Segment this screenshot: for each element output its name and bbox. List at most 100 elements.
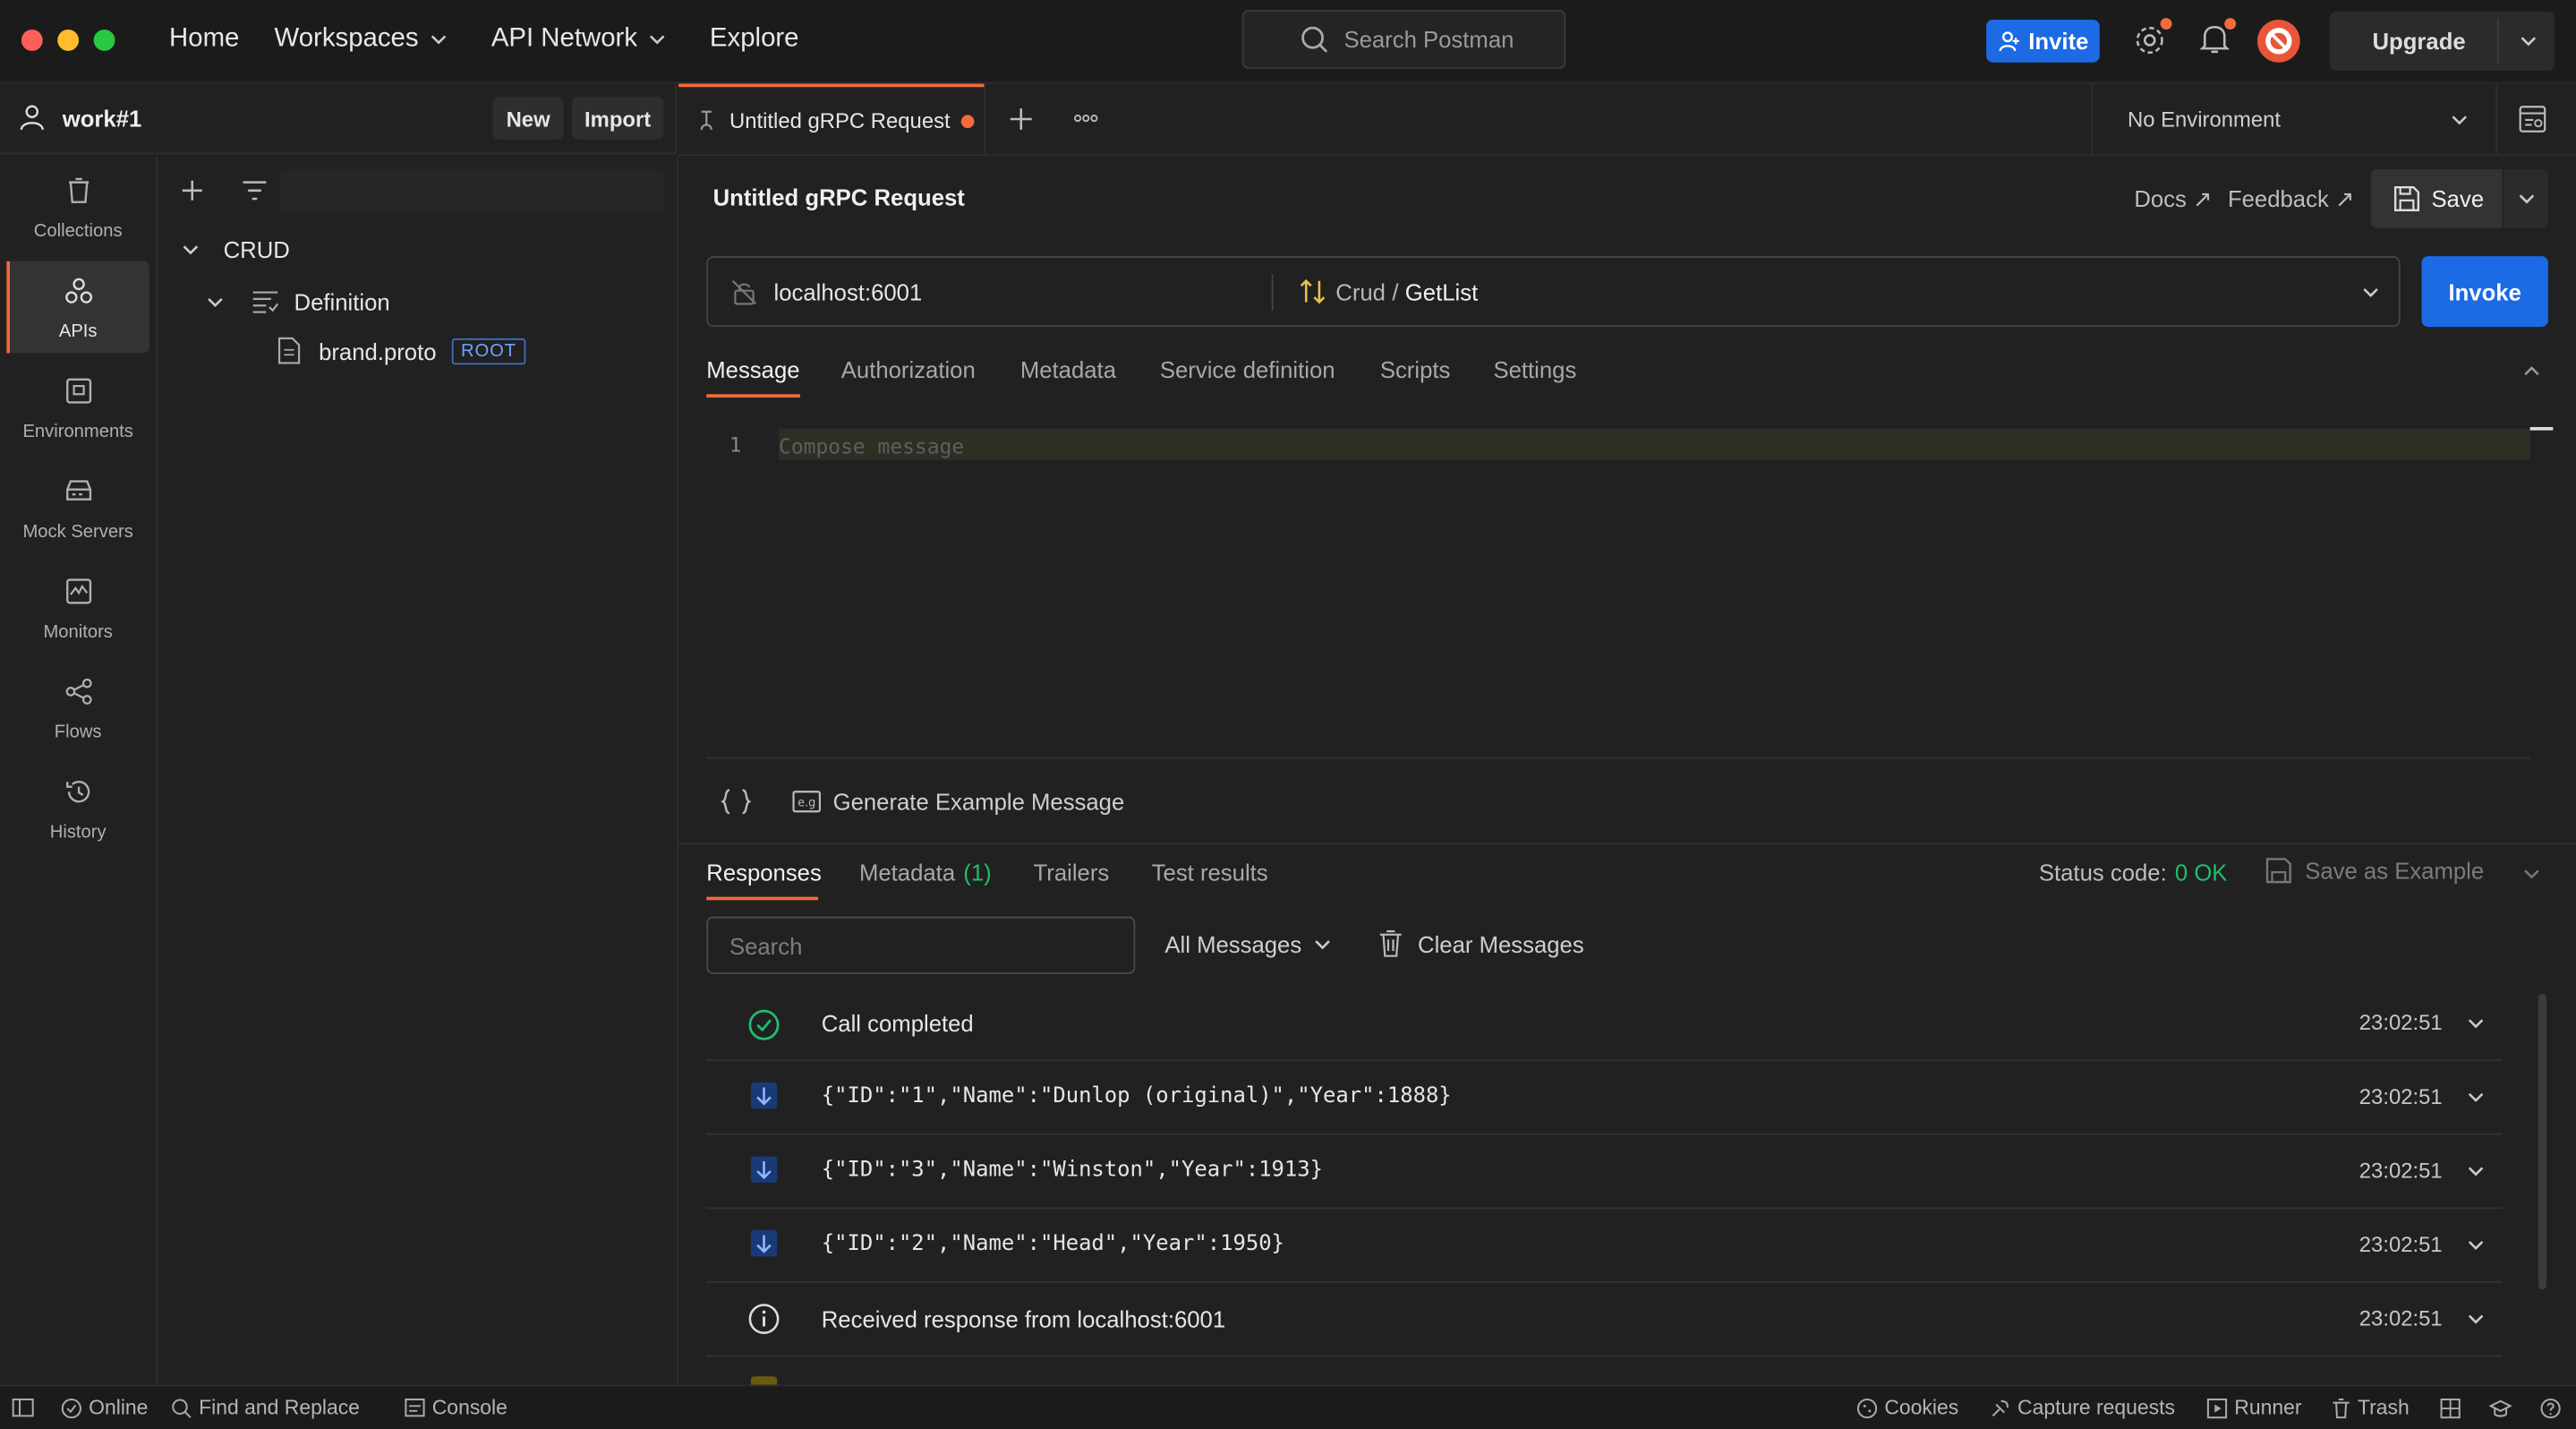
tab-trailers[interactable]: Trailers [1034,859,1110,885]
new-tab-icon[interactable] [1009,107,1034,132]
rail-history[interactable]: History [6,762,149,854]
notifications-button[interactable] [2199,18,2237,56]
toggle-sidebar-icon[interactable] [12,1398,35,1417]
save-options-button[interactable] [2503,168,2548,228]
rail-collections[interactable]: Collections [6,161,149,253]
save-as-example-button[interactable]: Save as Example [2265,858,2484,884]
chevron-down-icon[interactable] [2466,1309,2486,1329]
plus-icon[interactable] [181,179,204,202]
minimize-window-button[interactable] [57,30,80,51]
chevron-down-icon[interactable] [2521,864,2541,884]
feedback-link[interactable]: Feedback ↗ [2228,185,2355,213]
server-url-input[interactable]: localhost:6001 [774,279,923,305]
rail-flows[interactable]: Flows [6,662,149,754]
request-title[interactable]: Untitled gRPC Request [713,184,965,210]
nav-workspaces[interactable]: Workspaces [275,25,448,55]
cookies-label: Cookies [1884,1396,1959,1420]
chevron-down-icon[interactable] [2466,1236,2486,1255]
generate-example-button[interactable]: e.g Generate Example Message [792,789,1124,815]
cookies-button[interactable]: Cookies [1856,1396,1958,1419]
trash-icon [1379,930,1402,957]
response-search-input[interactable]: Search [706,916,1136,974]
chevron-down-icon[interactable] [2466,1014,2486,1033]
more-icon[interactable] [1073,114,1099,124]
online-status[interactable]: Online [61,1396,148,1419]
chevron-down-icon[interactable] [2519,31,2538,51]
console-button[interactable]: Console [405,1396,508,1419]
message-editor[interactable]: 1 Compose message [706,419,2530,759]
filter-label: All Messages [1164,931,1302,958]
tab-responses[interactable]: Responses [706,859,822,885]
settings-button[interactable] [2132,18,2172,58]
service-name: Crud [1335,278,1386,305]
tree-item-crud[interactable]: CRUD [181,236,290,263]
rail-mock-servers[interactable]: Mock Servers [6,461,149,553]
editor-placeholder: Compose message [779,433,965,458]
capture-requests-button[interactable]: Capture requests [1990,1396,2175,1419]
tab-scripts[interactable]: Scripts [1380,356,1451,382]
runner-icon [2206,1398,2228,1418]
maximize-window-button[interactable] [93,30,115,51]
tab-settings[interactable]: Settings [1493,356,1576,382]
list-item[interactable]: {"ID":"3","Name":"Winston","Year":1913} … [706,1135,2503,1210]
list-item-partial[interactable] [706,1356,2502,1385]
tab-service-definition[interactable]: Service definition [1160,356,1335,382]
workspace-name[interactable]: work#1 [63,105,142,131]
notification-dot [2224,18,2237,30]
tab-message[interactable]: Message [706,356,799,382]
invite-button[interactable]: Invite [1986,20,2100,63]
nav-explore[interactable]: Explore [710,25,799,55]
runner-button[interactable]: Runner [2206,1396,2302,1419]
filter-icon[interactable] [242,179,268,202]
global-search-input[interactable]: Search Postman [1241,10,1566,70]
find-replace-button[interactable]: Find and Replace [171,1396,360,1419]
environment-selector[interactable]: No Environment [2128,84,2472,155]
tab-metadata[interactable]: Metadata [1020,356,1116,382]
import-button[interactable]: Import [571,97,664,140]
status-value: 0 OK [2174,859,2228,886]
list-item[interactable]: Received response from localhost:6001 23… [706,1283,2503,1357]
tab-test-results[interactable]: Test results [1152,859,1268,885]
chevron-up-icon[interactable] [2521,362,2541,381]
save-button[interactable]: Save [2370,168,2503,228]
help-icon[interactable] [2540,1398,2562,1419]
nav-api-network[interactable]: API Network [491,25,667,55]
learning-center-icon[interactable] [2488,1398,2512,1419]
tab-authorization[interactable]: Authorization [841,356,976,382]
trash-button[interactable]: Trash [2332,1396,2410,1419]
sidebar-search-input[interactable] [279,168,664,212]
chevron-down-icon [208,297,223,307]
environment-quick-look-icon[interactable] [2519,105,2546,133]
list-item[interactable]: {"ID":"1","Name":"Dunlop (original)","Ye… [706,1061,2503,1135]
list-item[interactable]: Call completed 23:02:51 [706,988,2503,1062]
message-filter-dropdown[interactable]: All Messages [1164,931,1333,958]
beautify-braces-icon[interactable] [721,789,751,815]
close-window-button[interactable] [21,30,43,51]
example-icon: e.g [792,791,822,813]
trash-icon [2333,1398,2350,1418]
rail-monitors[interactable]: Monitors [6,561,149,654]
chevron-down-icon[interactable] [2466,1087,2486,1107]
rail-environments[interactable]: Environments [6,362,149,454]
message-text: {"ID":"2","Name":"Head","Year":1950} [821,1231,1284,1257]
nav-home[interactable]: Home [169,25,239,55]
new-button[interactable]: New [492,97,564,140]
tree-item-definition[interactable]: Definition [205,287,390,315]
rail-apis[interactable]: APIs [6,261,150,354]
clear-messages-button[interactable]: Clear Messages [1378,929,1584,957]
chevron-down-icon[interactable] [2466,1161,2486,1181]
tab-untitled-grpc[interactable]: Untitled gRPC Request [678,83,985,155]
invoke-button[interactable]: Invoke [2421,256,2548,328]
tree-item-brand-proto[interactable]: brand.proto ROOT [277,337,527,364]
tab-response-metadata[interactable]: Metadata (1) [859,859,992,885]
docs-link[interactable]: Docs ↗ [2134,185,2212,213]
scrollbar[interactable] [2538,993,2547,1290]
list-item[interactable]: {"ID":"2","Name":"Head","Year":1950} 23:… [706,1209,2503,1283]
upgrade-button[interactable]: Upgrade [2329,11,2555,71]
message-text: Call completed [821,1010,974,1037]
rail-label: History [49,823,107,843]
tls-off-icon[interactable] [731,279,757,305]
avatar[interactable] [2256,20,2300,63]
method-selector[interactable]: Crud / GetList [1300,278,2384,305]
two-pane-icon[interactable] [2440,1398,2461,1419]
